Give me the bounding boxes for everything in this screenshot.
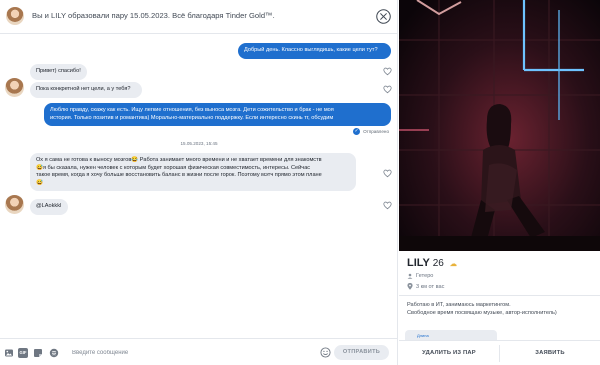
message-composer: GIF ОТПРАВИТЬ <box>0 338 398 365</box>
message-line: Ох я сама не готова к выносу мозгов😂 Раб… <box>36 157 322 163</box>
message-input[interactable] <box>72 346 308 359</box>
match-banner-text: Вы и LILY образовали пару 15.05.2023. Вс… <box>32 11 275 20</box>
gif-label: GIF <box>19 350 27 355</box>
orientation-row: Гетеро <box>407 273 433 279</box>
message-outgoing[interactable]: Добрый день. Классно выглядишь, какие це… <box>238 43 391 59</box>
person-icon <box>407 273 413 279</box>
heart-icon[interactable] <box>383 85 392 94</box>
gallery-icon[interactable] <box>4 348 14 358</box>
close-icon[interactable] <box>376 9 391 24</box>
message-line: история. Только позитив и романтика) Мор… <box>50 114 334 121</box>
message-incoming[interactable]: Привет) спасибо! <box>30 64 87 80</box>
distance-row: 3 км от вас <box>407 283 444 290</box>
heart-icon[interactable] <box>383 67 392 76</box>
unmatch-button[interactable]: УДАЛИТЬ ИЗ ПАР <box>399 341 499 365</box>
message-incoming[interactable]: Ох я сама не готова к выносу мозгов😂 Раб… <box>30 153 356 192</box>
gif-icon[interactable]: GIF <box>18 348 28 358</box>
profile-name-row: LILY 26 ☁ <box>407 257 457 269</box>
heart-icon[interactable] <box>383 201 392 210</box>
message-incoming[interactable]: @LAokkkl <box>30 199 68 215</box>
bio-line: Свободное время посвящаю музыке, автор-и… <box>407 310 557 316</box>
sender-avatar[interactable] <box>5 78 24 97</box>
profile-photo[interactable] <box>399 0 600 251</box>
location-pin-icon <box>407 283 413 290</box>
message-line: 😅 <box>36 179 43 186</box>
heart-icon[interactable] <box>383 169 392 178</box>
message-outgoing[interactable]: Люблю правду, скажу как есть. Ищу легкие… <box>44 103 391 127</box>
profile-distance: 3 км от вас <box>416 283 445 290</box>
chat-pane: Вы и LILY образовали пару 15.05.2023. Вс… <box>0 0 398 365</box>
profile-pane: LILY 26 ☁ Гетеро 3 км от вас Работаю в И… <box>399 0 600 365</box>
sent-label: Отправлено <box>363 129 389 134</box>
profile-actions: УДАЛИТЬ ИЗ ПАР ЗАЯВИТЬ <box>399 340 600 365</box>
report-button[interactable]: ЗАЯВИТЬ <box>500 341 600 365</box>
profile-photo-image <box>399 0 600 251</box>
message-line: такое время, когда я хочу больше восстан… <box>36 172 322 179</box>
sent-status: ✓ Отправлено <box>353 128 389 135</box>
profile-age: 26 <box>432 258 444 269</box>
gold-badge-icon: ☁ <box>449 261 457 268</box>
profile-orientation: Гетеро <box>416 273 434 279</box>
music-icon[interactable] <box>49 348 59 358</box>
card-label: Длина <box>417 333 429 338</box>
profile-name: LILY <box>407 257 430 269</box>
match-avatar[interactable] <box>6 7 24 25</box>
message-line: Люблю правду, скажу как есть. Ищу легкие… <box>50 107 334 113</box>
chat-header: Вы и LILY образовали пару 15.05.2023. Вс… <box>0 0 398 34</box>
message-line: 😅я бы сказала, нужен человек с которым б… <box>36 164 311 171</box>
message-incoming[interactable]: Пока конкретной нет цели, а у тебя? <box>30 82 142 98</box>
timestamp: 15.05.2023, 15:45 <box>180 141 218 146</box>
send-button[interactable]: ОТПРАВИТЬ <box>334 345 389 360</box>
emoji-icon[interactable] <box>320 347 331 358</box>
sender-avatar[interactable] <box>5 195 24 214</box>
bio-line: Работаю в ИТ, занимаюсь маркетингом. <box>407 302 511 308</box>
check-icon: ✓ <box>353 128 361 135</box>
profile-info-card: Длина <box>405 330 497 340</box>
sticker-icon[interactable] <box>33 348 43 358</box>
divider <box>399 295 600 296</box>
profile-bio: Работаю в ИТ, занимаюсь маркетингом. Сво… <box>407 301 593 317</box>
